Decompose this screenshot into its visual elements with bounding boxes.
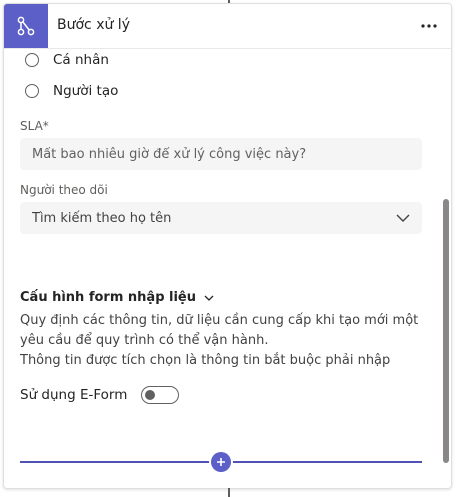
eform-row: Sử dụng E-Form [20, 386, 180, 404]
form-config-title: Cấu hình form nhập liệu [20, 290, 197, 305]
scrollbar-thumb[interactable] [443, 199, 449, 463]
radio-circle [25, 53, 39, 67]
card-body: Cá nhân Người tạo SLA* Người theo dõi Tì… [4, 49, 451, 488]
radio-label: Người tạo [53, 83, 119, 99]
step-title: Bước xử lý [57, 17, 130, 33]
follower-label: Người theo dõi [20, 183, 108, 197]
eform-label: Sử dụng E-Form [20, 387, 128, 403]
radio-option-creator[interactable]: Người tạo [25, 83, 118, 99]
follower-search-select[interactable]: Tìm kiếm theo họ tên [20, 202, 422, 234]
radio-circle [25, 84, 39, 98]
form-config-description: Quy định các thông tin, dữ liệu cần cung… [20, 311, 420, 371]
eform-toggle[interactable] [141, 386, 180, 404]
follower-placeholder: Tìm kiếm theo họ tên [32, 210, 172, 226]
more-options-button[interactable] [417, 14, 441, 38]
chevron-down-icon [204, 295, 214, 301]
plus-icon [217, 458, 225, 466]
description-line: Thông tin được tích chọn là thông tin bắ… [20, 353, 391, 368]
card-header: Bước xử lý [4, 4, 451, 49]
toggle-knob [145, 390, 156, 400]
sla-label: SLA* [20, 119, 49, 133]
description-line: Quy định các thông tin, dữ liệu cần cung… [20, 313, 419, 348]
canvas: Bước xử lý Cá nhân Người tạo SLA* Người … [0, 0, 457, 497]
form-config-toggle[interactable]: Cấu hình form nhập liệu [20, 290, 214, 305]
more-horizontal-icon [421, 24, 437, 28]
step-card: Bước xử lý Cá nhân Người tạo SLA* Người … [3, 3, 452, 489]
radio-option-individual[interactable]: Cá nhân [25, 52, 109, 68]
radio-label: Cá nhân [53, 52, 109, 68]
chevron-down-icon [396, 214, 410, 222]
flow-branch-icon [4, 4, 48, 48]
add-step-button[interactable] [211, 452, 231, 472]
flow-connector-bottom [228, 488, 230, 497]
sla-input[interactable] [20, 138, 422, 170]
